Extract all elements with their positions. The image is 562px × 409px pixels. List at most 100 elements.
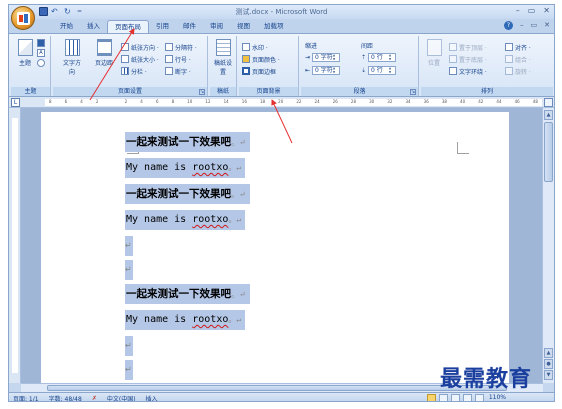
word-window: ↶ ↻ = 测试.docx - Microsoft Word – ▭ ✕ 开始插… bbox=[8, 4, 555, 402]
paragraph[interactable]: 一起来测试一下效果吧。↵ bbox=[125, 184, 250, 204]
theme-colors-icon[interactable] bbox=[37, 39, 45, 47]
size-button[interactable]: 纸张大小 · bbox=[121, 54, 159, 64]
columns-button[interactable]: 分栏 · bbox=[121, 66, 147, 76]
misspelled-word[interactable]: rootxo bbox=[192, 214, 228, 225]
ruler-tick: 36 bbox=[423, 99, 429, 104]
align-button[interactable]: 对齐 · bbox=[505, 42, 531, 52]
doc-close-button[interactable]: ✕ bbox=[544, 21, 550, 30]
theme-fonts-icon[interactable]: A bbox=[37, 49, 45, 57]
doc-minimize-button[interactable]: – bbox=[520, 21, 524, 30]
theme-effects-icon[interactable] bbox=[37, 59, 45, 67]
paragraph[interactable]: My name is rootxo。↵ bbox=[125, 210, 246, 230]
language[interactable]: 中文(中国) bbox=[107, 394, 136, 402]
paragraph-mark: 。↵ bbox=[228, 163, 242, 172]
margins-button[interactable]: 页边距 bbox=[93, 39, 115, 67]
line-numbers-button[interactable]: 行号 · bbox=[165, 54, 191, 64]
prev-page-icon[interactable]: ▲ bbox=[544, 348, 553, 358]
draft-settings-button[interactable]: 稿纸设置 bbox=[212, 39, 234, 76]
paragraph[interactable]: ↵ bbox=[125, 336, 133, 356]
group-page-setup: 文字方向 页边距 纸张方向 · 纸张大小 · 分栏 · 分隔符 · 行号 · 断… bbox=[53, 36, 208, 96]
watermark-button[interactable]: 水印 · bbox=[242, 42, 268, 52]
tab-7[interactable]: 加载项 bbox=[257, 20, 291, 33]
spell-check-icon[interactable]: ✗ bbox=[92, 395, 97, 402]
group-label-theme: 主题 bbox=[11, 87, 50, 96]
minimize-button[interactable]: – bbox=[516, 6, 520, 15]
zoom-level[interactable]: 110% bbox=[489, 394, 506, 401]
paragraph[interactable]: ↵ bbox=[125, 236, 133, 256]
tab-3[interactable]: 引用 bbox=[149, 20, 176, 33]
bring-front-icon bbox=[449, 43, 457, 51]
group-icon bbox=[505, 55, 513, 63]
ruler-tick: 6 bbox=[155, 99, 159, 104]
document-page[interactable]: 一起来测试一下效果吧。↵ My name is rootxo。↵ 一起来测试一下效果… bbox=[41, 112, 509, 392]
vertical-scrollbar[interactable]: ▲ ▲ ● ▼ bbox=[542, 108, 554, 383]
help-icon[interactable]: ? bbox=[504, 21, 513, 30]
vertical-scroll-thumb[interactable] bbox=[544, 122, 553, 182]
group-label-arrange: 排列 bbox=[421, 87, 553, 96]
group-theme: 主题 A 主题 bbox=[11, 36, 51, 96]
page-setup-launcher-icon[interactable]: ↘ bbox=[199, 89, 205, 95]
tab-1[interactable]: 插入 bbox=[80, 20, 107, 33]
full-screen-icon[interactable] bbox=[438, 394, 448, 401]
misspelled-word[interactable]: rootxo bbox=[192, 314, 228, 325]
line-numbers-icon bbox=[165, 55, 173, 63]
rotate-button[interactable]: 旋转 · bbox=[505, 66, 531, 76]
indent-right-input[interactable]: 0 字符 bbox=[312, 65, 341, 75]
page-border-button[interactable]: 页面边框 bbox=[242, 66, 276, 76]
text-direction-button[interactable]: 文字方向 bbox=[61, 39, 83, 76]
ribbon-controls: ? – ▭ ✕ bbox=[504, 21, 550, 30]
ruler-tick: 48 bbox=[532, 99, 538, 104]
insert-mode[interactable]: 插入 bbox=[146, 394, 158, 402]
paragraph[interactable]: My name is rootxo。↵ bbox=[125, 158, 246, 178]
word-count[interactable]: 字数: 48/48 bbox=[49, 394, 82, 402]
indent-left-input[interactable]: 0 字符 bbox=[312, 52, 341, 62]
paragraph[interactable]: ↵ bbox=[125, 260, 133, 280]
hyphenation-button[interactable]: 断字 · bbox=[165, 66, 191, 76]
text-wrap-button[interactable]: 文字环绕 · bbox=[449, 66, 487, 76]
tab-selector-button[interactable]: L bbox=[11, 98, 20, 107]
send-back-icon bbox=[449, 55, 457, 63]
office-button[interactable] bbox=[11, 6, 35, 30]
page-color-icon bbox=[242, 55, 250, 63]
tab-6[interactable]: 视图 bbox=[230, 20, 257, 33]
bring-front-button[interactable]: 置于顶层 · bbox=[449, 42, 487, 52]
page-count[interactable]: 页面: 1/1 bbox=[13, 394, 39, 402]
group-arrange: 位置 置于顶层 · 置于底层 · 文字环绕 · 对齐 · 组合 · 旋转 · 排… bbox=[421, 36, 553, 96]
paragraph[interactable]: ↵ bbox=[125, 360, 133, 380]
position-button[interactable]: 位置 bbox=[423, 39, 445, 67]
next-page-icon[interactable]: ▼ bbox=[544, 370, 553, 380]
web-layout-icon[interactable] bbox=[450, 394, 460, 401]
paragraph-text: 一起来测试一下效果吧 bbox=[126, 188, 231, 200]
tab-2[interactable]: 页面布局 bbox=[107, 20, 149, 33]
breaks-button[interactable]: 分隔符 · bbox=[165, 42, 197, 52]
scroll-up-icon[interactable]: ▲ bbox=[544, 110, 553, 120]
horizontal-scroll-thumb[interactable] bbox=[47, 385, 507, 391]
paragraph-launcher-icon[interactable]: ↘ bbox=[410, 89, 416, 95]
paragraph[interactable]: My name is rootxo。↵ bbox=[125, 310, 246, 330]
print-layout-icon[interactable] bbox=[426, 394, 436, 401]
tab-5[interactable]: 审阅 bbox=[203, 20, 230, 33]
paragraph[interactable]: 一起来测试一下效果吧。↵ bbox=[125, 284, 250, 304]
ruler-tick: 4 bbox=[80, 99, 83, 104]
tab-4[interactable]: 邮件 bbox=[176, 20, 203, 33]
tab-0[interactable]: 开始 bbox=[53, 20, 80, 33]
paragraph-mark: 。↵ bbox=[228, 315, 242, 324]
misspelled-word[interactable]: rootxo bbox=[192, 162, 228, 173]
close-button[interactable]: ✕ bbox=[543, 6, 550, 15]
browse-object-icon[interactable]: ● bbox=[544, 359, 553, 369]
doc-restore-button[interactable]: ▭ bbox=[531, 21, 538, 30]
paragraph[interactable]: 一起来测试一下效果吧。↵ bbox=[125, 132, 250, 152]
orientation-button[interactable]: 纸张方向 · bbox=[121, 42, 159, 52]
send-back-button[interactable]: 置于底层 · bbox=[449, 54, 487, 64]
space-before-input[interactable]: 0 行 bbox=[368, 52, 397, 62]
maximize-button[interactable]: ▭ bbox=[528, 6, 536, 15]
theme-button[interactable]: 主题 bbox=[14, 39, 36, 67]
draft-view-icon[interactable] bbox=[474, 394, 484, 401]
outline-icon[interactable] bbox=[462, 394, 472, 401]
page-color-button[interactable]: 页面颜色 · bbox=[242, 54, 280, 64]
view-ruler-icon[interactable] bbox=[544, 98, 553, 107]
ruler-track[interactable]: 8 6 4 2 2 4 6 8 10 12 14 16 18 20 22 24 26 28 30 32 34 36 38 40… bbox=[45, 99, 542, 106]
group-button[interactable]: 组合 · bbox=[505, 54, 531, 64]
ruler-tick: 42 bbox=[478, 99, 484, 104]
space-after-input[interactable]: 0 行 bbox=[368, 65, 397, 75]
